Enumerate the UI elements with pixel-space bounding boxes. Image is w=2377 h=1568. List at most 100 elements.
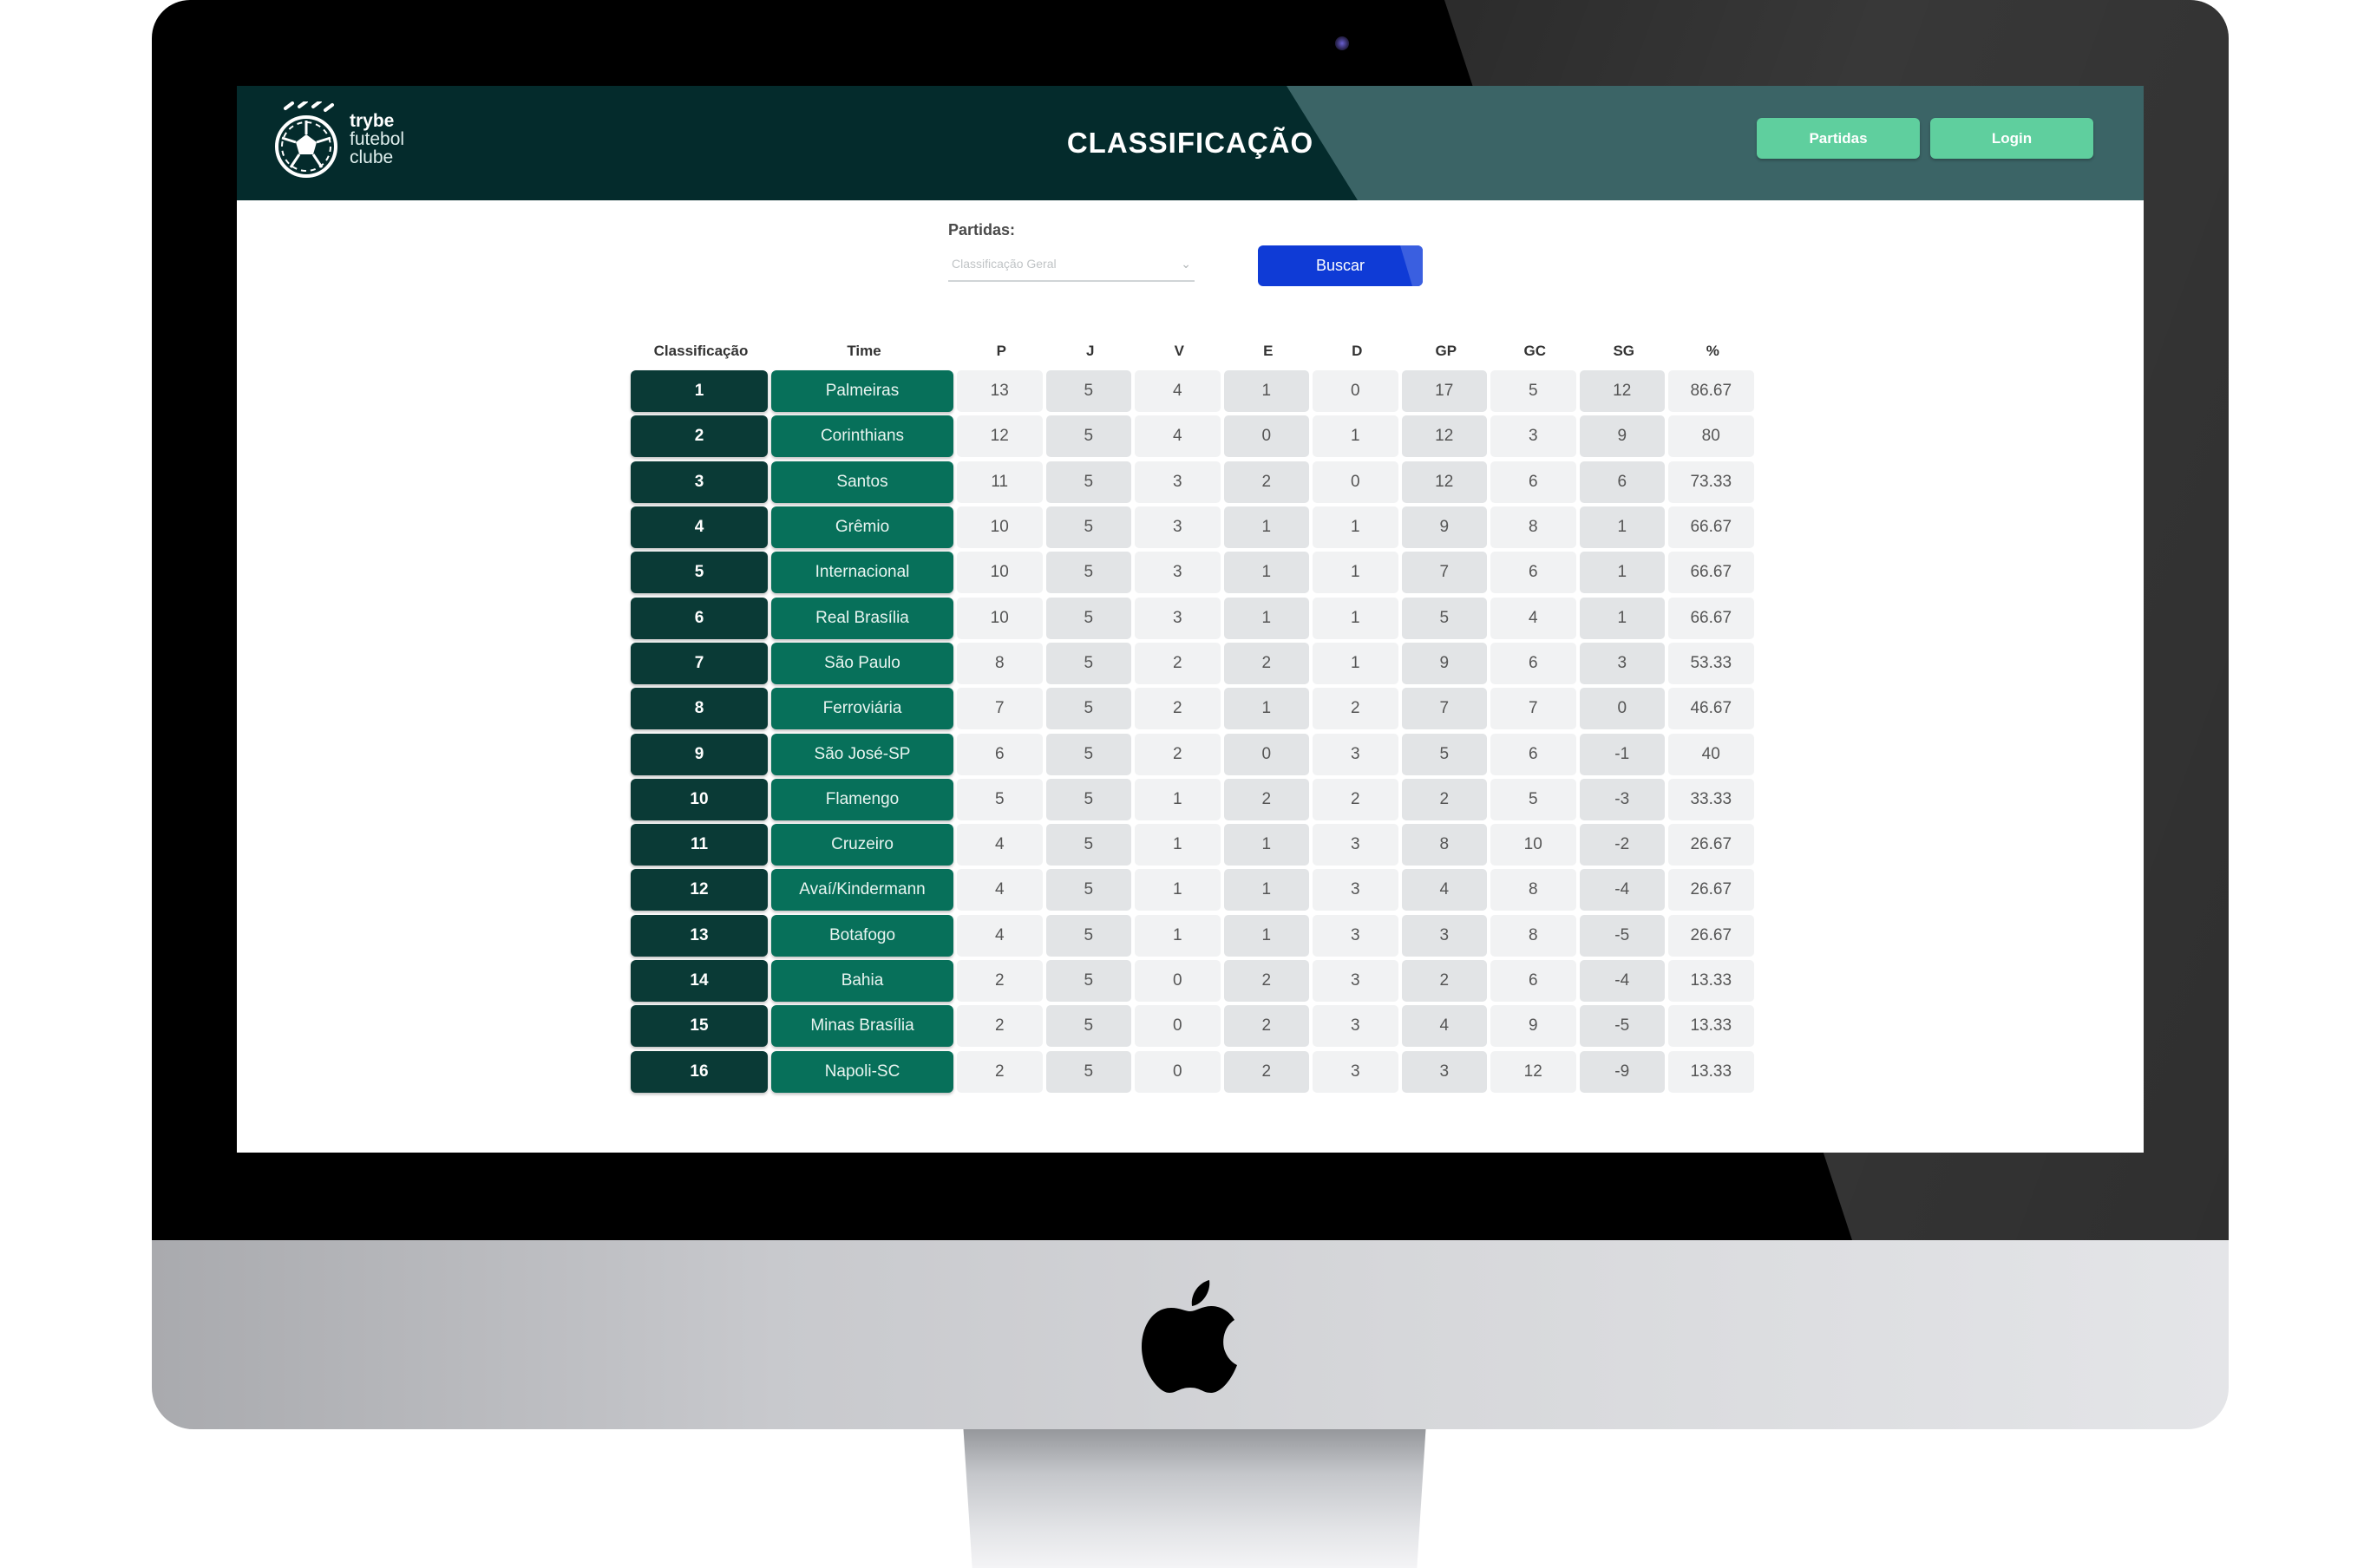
cell-goals-for: 9 xyxy=(1401,506,1487,549)
cell-goals-against: 5 xyxy=(1490,778,1576,820)
cell-goals-against: 6 xyxy=(1490,960,1576,1002)
cell-rank: 4 xyxy=(631,506,768,549)
cell-losses: 1 xyxy=(1313,506,1398,549)
leaderboard-filter-select[interactable]: Classificação Geral ⌄ xyxy=(948,245,1195,282)
cell-efficiency: 13.33 xyxy=(1668,1050,1754,1093)
cell-points: 10 xyxy=(957,597,1043,639)
column-header-wins: V xyxy=(1174,343,1184,359)
cell-efficiency: 26.67 xyxy=(1668,869,1754,911)
table-row: 13 Botafogo 4 5 1 1 3 3 8 -5 26.67 xyxy=(631,913,1758,958)
cell-goals-against: 8 xyxy=(1490,869,1576,911)
cell-points: 4 xyxy=(957,914,1043,957)
cell-points: 4 xyxy=(957,869,1043,911)
cell-losses: 3 xyxy=(1313,824,1398,866)
cell-goals-against: 12 xyxy=(1490,1050,1576,1093)
table-row: 16 Napoli-SC 2 5 0 2 3 3 12 -9 13.33 xyxy=(631,1049,1758,1094)
cell-rank: 5 xyxy=(631,552,768,594)
cell-points: 10 xyxy=(957,506,1043,549)
cell-goals-against: 6 xyxy=(1490,552,1576,594)
matches-button[interactable]: Partidas xyxy=(1757,118,1920,159)
cell-rank: 7 xyxy=(631,642,768,684)
cell-draws: 2 xyxy=(1223,642,1309,684)
leaderboard-table: Classificação Time P J V E D GP GC SG % … xyxy=(631,334,1758,1094)
cell-draws: 2 xyxy=(1223,461,1309,503)
cell-points: 7 xyxy=(957,688,1043,730)
cell-draws: 2 xyxy=(1223,960,1309,1002)
table-row: 2 Corinthians 12 5 4 0 1 12 3 9 80 xyxy=(631,414,1758,459)
cell-goal-difference: -5 xyxy=(1579,1005,1665,1048)
table-row: 6 Real Brasília 10 5 3 1 1 5 4 1 66.67 xyxy=(631,595,1758,640)
cell-goals-for: 4 xyxy=(1401,869,1487,911)
cell-draws: 1 xyxy=(1223,506,1309,549)
cell-points: 12 xyxy=(957,415,1043,458)
cell-games: 5 xyxy=(1045,1005,1131,1048)
cell-goal-difference: 1 xyxy=(1579,506,1665,549)
cell-team: São José-SP xyxy=(771,733,953,775)
cell-goal-difference: 6 xyxy=(1579,461,1665,503)
cell-team: Corinthians xyxy=(771,415,953,458)
column-header-goals-for: GP xyxy=(1435,343,1457,359)
cell-rank: 11 xyxy=(631,824,768,866)
cell-rank: 6 xyxy=(631,597,768,639)
cell-wins: 4 xyxy=(1135,415,1221,458)
cell-rank: 2 xyxy=(631,415,768,458)
table-row: 15 Minas Brasília 2 5 0 2 3 4 9 -5 13.33 xyxy=(631,1003,1758,1049)
cell-goals-against: 3 xyxy=(1490,415,1576,458)
cell-goals-against: 8 xyxy=(1490,914,1576,957)
cell-draws: 1 xyxy=(1223,552,1309,594)
cell-wins: 1 xyxy=(1135,778,1221,820)
apple-logo-icon xyxy=(1141,1280,1237,1393)
cell-efficiency: 26.67 xyxy=(1668,824,1754,866)
cell-wins: 3 xyxy=(1135,506,1221,549)
table-row: 4 Grêmio 10 5 3 1 1 9 8 1 66.67 xyxy=(631,505,1758,550)
cell-draws: 1 xyxy=(1223,824,1309,866)
cell-points: 2 xyxy=(957,1050,1043,1093)
table-row: 3 Santos 11 5 3 2 0 12 6 6 73.33 xyxy=(631,460,1758,505)
cell-games: 5 xyxy=(1045,778,1131,820)
cell-goals-for: 7 xyxy=(1401,552,1487,594)
cell-team: Palmeiras xyxy=(771,370,953,413)
cell-games: 5 xyxy=(1045,597,1131,639)
cell-efficiency: 66.67 xyxy=(1668,552,1754,594)
cell-losses: 1 xyxy=(1313,415,1398,458)
cell-rank: 1 xyxy=(631,370,768,413)
cell-games: 5 xyxy=(1045,869,1131,911)
cell-wins: 0 xyxy=(1135,960,1221,1002)
cell-rank: 16 xyxy=(631,1050,768,1093)
cell-games: 5 xyxy=(1045,415,1131,458)
cell-points: 2 xyxy=(957,1005,1043,1048)
table-header: Classificação Time P J V E D GP GC SG % xyxy=(631,334,1758,369)
cell-wins: 1 xyxy=(1135,914,1221,957)
cell-games: 5 xyxy=(1045,370,1131,413)
cell-draws: 1 xyxy=(1223,688,1309,730)
search-button[interactable]: Buscar xyxy=(1258,245,1423,286)
cell-points: 2 xyxy=(957,960,1043,1002)
cell-draws: 1 xyxy=(1223,869,1309,911)
cell-goal-difference: -4 xyxy=(1579,869,1665,911)
table-row: 9 São José-SP 6 5 2 0 3 5 6 -1 40 xyxy=(631,731,1758,776)
login-button[interactable]: Login xyxy=(1930,118,2093,159)
cell-goal-difference: -3 xyxy=(1579,778,1665,820)
cell-losses: 3 xyxy=(1313,869,1398,911)
cell-team: Flamengo xyxy=(771,778,953,820)
cell-losses: 0 xyxy=(1313,461,1398,503)
column-header-games: J xyxy=(1086,343,1095,359)
cell-rank: 10 xyxy=(631,778,768,820)
cell-goals-against: 8 xyxy=(1490,506,1576,549)
cell-goals-for: 3 xyxy=(1401,914,1487,957)
cell-goals-against: 4 xyxy=(1490,597,1576,639)
cell-team: Cruzeiro xyxy=(771,824,953,866)
cell-points: 6 xyxy=(957,733,1043,775)
filter-selected-value: Classificação Geral xyxy=(952,257,1057,271)
cell-losses: 2 xyxy=(1313,688,1398,730)
cell-goal-difference: -2 xyxy=(1579,824,1665,866)
cell-goals-against: 10 xyxy=(1490,824,1576,866)
table-row: 7 São Paulo 8 5 2 2 1 9 6 3 53.33 xyxy=(631,641,1758,686)
cell-efficiency: 86.67 xyxy=(1668,370,1754,413)
cell-team: Minas Brasília xyxy=(771,1005,953,1048)
imac-mockup: trybe futebol clube CLASSIFICAÇÃO Partid… xyxy=(0,0,2377,1568)
table-row: 10 Flamengo 5 5 1 2 2 2 5 -3 33.33 xyxy=(631,777,1758,822)
cell-wins: 0 xyxy=(1135,1050,1221,1093)
cell-wins: 1 xyxy=(1135,824,1221,866)
cell-rank: 8 xyxy=(631,688,768,730)
